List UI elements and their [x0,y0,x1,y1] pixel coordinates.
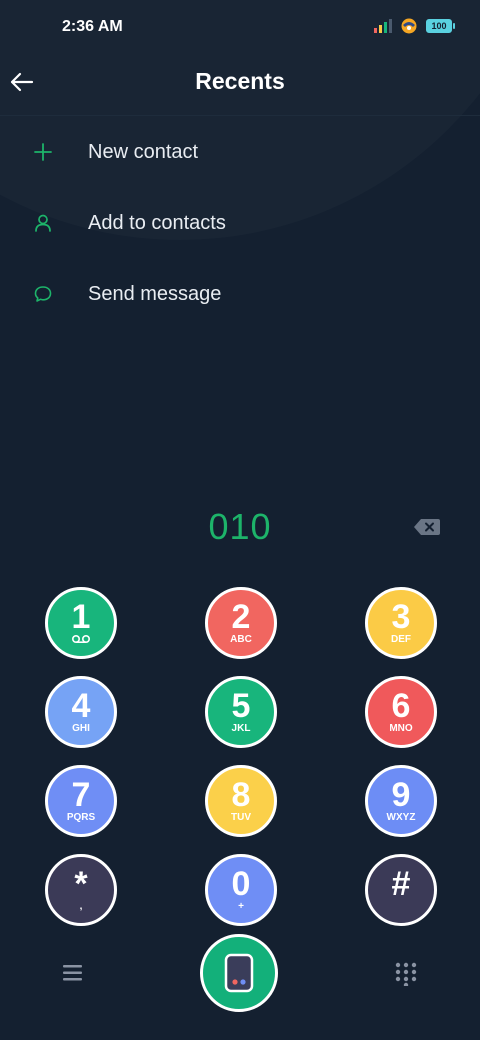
dial-key-digit: 5 [231,686,251,725]
signal-icon [374,19,392,33]
dialed-number: 010 [208,506,272,547]
dial-key-letters: MNO [389,722,413,734]
dial-key-hash[interactable]: # [365,854,437,926]
dialpad-icon[interactable] [394,962,418,986]
call-button[interactable] [200,934,278,1012]
dial-key-1[interactable]: 1 [45,587,117,659]
dial-key-digit: 8 [231,775,251,814]
dial-key-3[interactable]: 3 DEF [365,587,437,659]
dial-key-letters: PQRS [66,811,96,823]
menu-item-send-message[interactable]: Send message [0,262,480,326]
status-icons: 100 [374,18,455,34]
header: Recents [0,56,480,116]
battery-icon: 100 [426,19,455,33]
menu-item-label: Send message [88,282,222,305]
status-time: 2:36 AM [62,18,123,35]
dial-key-6[interactable]: 6 MNO [365,676,437,748]
person-icon [30,210,56,236]
dial-key-9[interactable]: 9 WXYZ [365,765,437,837]
dial-key-star[interactable]: *, [45,854,117,926]
vpn-icon [401,18,417,34]
dial-key-digit: 3 [391,597,411,636]
dial-key-letters: GHI [72,722,90,734]
menu-item-new-contact[interactable]: New contact [0,120,480,184]
dial-key-digit: 9 [391,775,411,814]
dial-key-digit: 4 [71,686,91,725]
dial-key-7[interactable]: 7 PQRS [45,765,117,837]
dial-key-digit: 6 [391,686,411,725]
dial-key-8[interactable]: 8 TUV [205,765,277,837]
dial-key-5[interactable]: 5 JKL [205,676,277,748]
dial-key-letters: TUV [231,811,251,823]
menu-item-label: Add to contacts [88,211,226,234]
menu-item-add-to-contacts[interactable]: Add to contacts [0,191,480,255]
plus-icon [30,139,56,165]
dial-key-digit: 0 [231,864,251,903]
menu-item-label: New contact [88,140,199,163]
backspace-icon[interactable] [413,517,441,537]
phone-call-icon [224,953,254,993]
header-divider [0,115,480,116]
dial-key-letters: ABC [230,633,252,645]
dial-key-digit: * [74,864,88,903]
dial-key-digit: # [391,864,411,903]
chat-bubble-icon [30,281,56,307]
dial-key-letters: DEF [391,633,411,645]
hamburger-menu-icon[interactable] [60,962,86,984]
dial-key-4[interactable]: 4 GHI [45,676,117,748]
page-title: Recents [195,68,285,94]
dial-key-2[interactable]: 2 ABC [205,587,277,659]
dial-key-digit: 7 [71,775,91,814]
bottom-bar [0,930,480,1030]
dial-key-0[interactable]: 0 + [205,854,277,926]
voicemail-icon [71,634,91,646]
dial-key-digit: 2 [231,597,251,636]
dialer-screen: 2:36 AM 100 Recents New contact Add to c… [0,0,480,1040]
status-bar: 2:36 AM 100 [0,0,480,56]
dial-key-digit: 1 [71,597,91,636]
dial-key-letters: , [79,900,83,912]
dial-key-letters: WXYZ [386,811,416,823]
dial-key-letters: JKL [231,722,251,734]
dial-key-letters: + [238,900,244,912]
